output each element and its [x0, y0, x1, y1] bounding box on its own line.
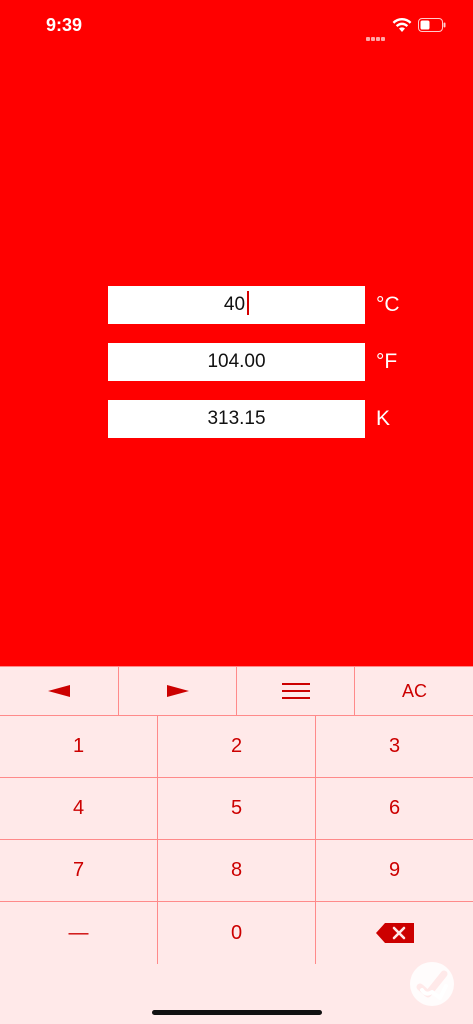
- text-caret: [247, 291, 250, 315]
- home-indicator[interactable]: [152, 1010, 322, 1015]
- key-1[interactable]: 1: [0, 716, 158, 778]
- arrow-left-icon: [48, 685, 70, 697]
- celsius-value: 40: [223, 294, 246, 315]
- key-8[interactable]: 8: [158, 840, 316, 902]
- kelvin-input[interactable]: 313.15: [108, 400, 365, 438]
- key-0[interactable]: 0: [158, 902, 316, 964]
- fahrenheit-row: 104.00 °F: [108, 343, 408, 381]
- key-3[interactable]: 3: [316, 716, 473, 778]
- backspace-button[interactable]: [316, 902, 473, 964]
- celsius-input[interactable]: 40: [108, 286, 365, 324]
- clear-all-button[interactable]: AC: [354, 667, 473, 715]
- checkmark-badge-icon[interactable]: [410, 962, 454, 1006]
- fahrenheit-input[interactable]: 104.00: [108, 343, 365, 381]
- key-9[interactable]: 9: [316, 840, 473, 902]
- status-bar: 9:39: [0, 0, 473, 52]
- signal-dots-icon: [366, 28, 388, 41]
- key-4[interactable]: 4: [0, 778, 158, 840]
- key-minus[interactable]: —: [0, 902, 158, 964]
- kelvin-row: 313.15 K: [108, 400, 408, 438]
- numeric-keypad: 1 2 3 4 5 6 7 8 9 — 0: [0, 716, 473, 964]
- clear-all-label: AC: [401, 680, 427, 701]
- wifi-icon: [392, 17, 412, 32]
- key-6[interactable]: 6: [316, 778, 473, 840]
- celsius-row: 40 °C: [108, 286, 408, 324]
- key-5[interactable]: 5: [158, 778, 316, 840]
- menu-icon: [282, 683, 310, 699]
- menu-button[interactable]: [236, 667, 355, 715]
- app-root: 9:39 40 °C 104.00 °F 313.15 K AC 1 2 3 4…: [0, 0, 473, 1024]
- fahrenheit-value: 104.00: [207, 351, 266, 372]
- keypad-toolbar: AC: [0, 666, 473, 716]
- key-7[interactable]: 7: [0, 840, 158, 902]
- cursor-left-button[interactable]: [0, 667, 118, 715]
- key-2[interactable]: 2: [158, 716, 316, 778]
- celsius-unit-label: °C: [376, 293, 400, 316]
- battery-icon: [418, 18, 446, 32]
- arrow-right-icon: [167, 685, 189, 697]
- kelvin-unit-label: K: [376, 407, 391, 430]
- cursor-right-button[interactable]: [118, 667, 237, 715]
- status-time: 9:39: [46, 15, 83, 35]
- backspace-icon: [375, 923, 414, 943]
- fahrenheit-unit-label: °F: [376, 350, 398, 373]
- converter-area: 9:39 40 °C 104.00 °F 313.15 K: [0, 0, 473, 666]
- kelvin-value: 313.15: [207, 408, 266, 429]
